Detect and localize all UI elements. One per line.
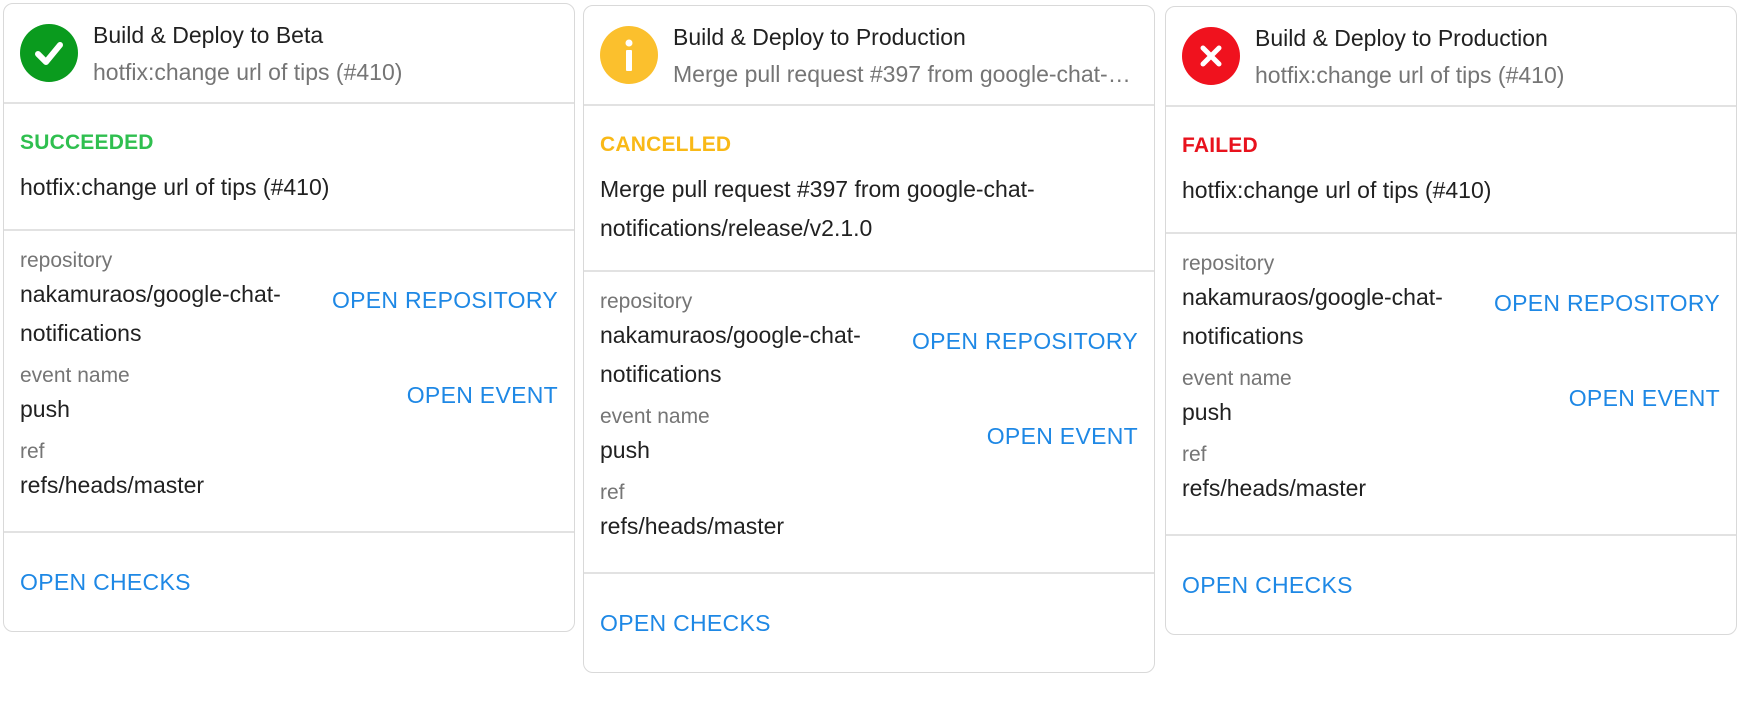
commit-subtitle: Merge pull request #397 from google-chat…: [673, 60, 1138, 87]
repository-value: nakamuraos/google-chat-notifications: [20, 281, 281, 346]
commit-subtitle: hotfix:change url of tips (#410): [93, 58, 403, 85]
open-repository-button[interactable]: OPEN REPOSITORY: [1494, 290, 1720, 317]
ref-row: ref refs/heads/master: [1182, 441, 1720, 508]
ref-row: ref refs/heads/master: [20, 438, 558, 505]
event-name-value: push: [1182, 399, 1232, 425]
open-event-button[interactable]: OPEN EVENT: [987, 423, 1138, 450]
card-footer: OPEN CHECKS: [584, 574, 1154, 672]
ref-row: ref refs/heads/master: [600, 479, 1138, 546]
workflow-title: Build & Deploy to Production: [1255, 24, 1548, 51]
header-text: Build & Deploy to Production hotfix:chan…: [1255, 23, 1720, 90]
open-repository-button[interactable]: OPEN REPOSITORY: [332, 287, 558, 314]
event-name-label: event name: [600, 405, 710, 428]
details-section: repository nakamuraos/google-chat-notifi…: [1166, 234, 1736, 536]
commit-message: hotfix:change url of tips (#410): [1182, 177, 1492, 203]
ref-label: ref: [20, 440, 45, 463]
repository-row: repository nakamuraos/google-chat-notifi…: [20, 247, 558, 353]
ref-label: ref: [600, 481, 625, 504]
status-section: SUCCEEDED hotfix:change url of tips (#41…: [4, 104, 574, 231]
ref-value: refs/heads/master: [20, 472, 205, 498]
event-name-label: event name: [1182, 367, 1292, 390]
event-row: event name push OPEN EVENT: [20, 362, 558, 429]
commit-subtitle: hotfix:change url of tips (#410): [1255, 61, 1565, 88]
check-icon: [20, 24, 78, 82]
status-section: FAILED hotfix:change url of tips (#410): [1166, 107, 1736, 234]
workflow-title: Build & Deploy to Production: [673, 23, 966, 50]
card-footer: OPEN CHECKS: [1166, 536, 1736, 634]
open-event-button[interactable]: OPEN EVENT: [1569, 385, 1720, 412]
details-section: repository nakamuraos/google-chat-notifi…: [4, 231, 574, 533]
status-badge: FAILED: [1182, 134, 1258, 157]
open-checks-button[interactable]: OPEN CHECKS: [600, 610, 771, 637]
workflow-card-succeeded: Build & Deploy to Beta hotfix:change url…: [3, 3, 575, 632]
event-name-label: event name: [20, 364, 130, 387]
repository-label: repository: [20, 249, 113, 272]
card-footer: OPEN CHECKS: [4, 533, 574, 631]
commit-message: hotfix:change url of tips (#410): [20, 174, 330, 200]
card-header: Build & Deploy to Production hotfix:chan…: [1166, 7, 1736, 107]
event-row: event name push OPEN EVENT: [1182, 365, 1720, 432]
event-name-value: push: [600, 437, 650, 463]
card-header: Build & Deploy to Beta hotfix:change url…: [4, 4, 574, 104]
header-text: Build & Deploy to Production Merge pull …: [673, 22, 1138, 89]
ref-label: ref: [1182, 443, 1207, 466]
repository-row: repository nakamuraos/google-chat-notifi…: [1182, 250, 1720, 356]
repository-label: repository: [600, 290, 693, 313]
ref-value: refs/heads/master: [600, 513, 785, 539]
close-icon: [1182, 27, 1240, 85]
status-badge: SUCCEEDED: [20, 131, 154, 154]
open-checks-button[interactable]: OPEN CHECKS: [1182, 572, 1353, 599]
workflow-card-failed: Build & Deploy to Production hotfix:chan…: [1165, 6, 1737, 635]
info-icon: [600, 26, 658, 84]
event-name-value: push: [20, 396, 70, 422]
repository-label: repository: [1182, 252, 1275, 275]
repository-value: nakamuraos/google-chat-notifications: [600, 322, 861, 387]
status-section: CANCELLED Merge pull request #397 from g…: [584, 106, 1154, 272]
card-header: Build & Deploy to Production Merge pull …: [584, 6, 1154, 106]
repository-value: nakamuraos/google-chat-notifications: [1182, 284, 1443, 349]
open-repository-button[interactable]: OPEN REPOSITORY: [912, 328, 1138, 355]
repository-row: repository nakamuraos/google-chat-notifi…: [600, 288, 1138, 394]
commit-message: Merge pull request #397 from google-chat…: [600, 176, 1035, 241]
status-badge: CANCELLED: [600, 133, 732, 156]
workflow-card-cancelled: Build & Deploy to Production Merge pull …: [583, 5, 1155, 673]
workflow-title: Build & Deploy to Beta: [93, 21, 324, 48]
details-section: repository nakamuraos/google-chat-notifi…: [584, 272, 1154, 574]
event-row: event name push OPEN EVENT: [600, 403, 1138, 470]
header-text: Build & Deploy to Beta hotfix:change url…: [93, 20, 558, 87]
open-event-button[interactable]: OPEN EVENT: [407, 382, 558, 409]
ref-value: refs/heads/master: [1182, 475, 1367, 501]
open-checks-button[interactable]: OPEN CHECKS: [20, 569, 191, 596]
